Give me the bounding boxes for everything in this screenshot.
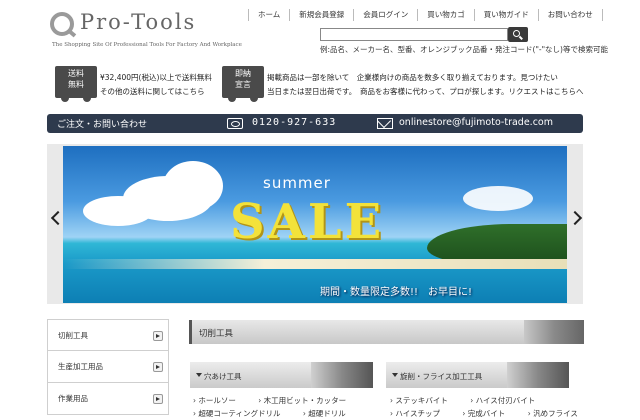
turning-links: › ステッキバイト › ハイス付刃バイト › ハイスチップ › 完成バイト › … <box>390 394 598 420</box>
link-hss-bite[interactable]: › ハイス付刃バイト <box>470 396 545 405</box>
link-milling[interactable]: › 汎めフライス <box>528 409 588 418</box>
sidebar-item-label: 切削工具 <box>58 331 88 340</box>
sidebar-item-label: 作業用品 <box>58 394 88 403</box>
link-complete-bite[interactable]: › 完成バイト <box>462 409 515 418</box>
triangle-down-icon <box>392 373 398 377</box>
subcategory-turning-milling[interactable]: 旋削・フライス加工工具 <box>386 362 569 388</box>
sidebar-item-cutting-tools[interactable]: 切削工具 <box>47 319 169 351</box>
link-label: 汎めフライス <box>533 409 578 418</box>
shipping-line-2[interactable]: その他の送料に関してはこちら <box>100 85 212 99</box>
logo-tagline: The Shopping Site Of Professional Tools … <box>52 42 242 48</box>
chevron-right-icon <box>153 331 163 341</box>
subcategory-drilling[interactable]: 穴あけ工具 <box>190 362 373 388</box>
link-label: ステッキバイト <box>395 396 448 405</box>
link-hss-chip[interactable]: › ハイスチップ <box>390 409 450 418</box>
sidebar-item-work-supplies[interactable]: 作業用品 <box>47 383 169 415</box>
contact-email[interactable]: onlinestore@fujimoto-trade.com <box>399 117 553 128</box>
link-label: 超硬コーティングドリル <box>198 409 281 418</box>
banner-promo-text: 期間・数量限定多数!! お早目に! <box>320 287 473 298</box>
link-label: ハイスチップ <box>395 409 441 418</box>
triangle-down-icon <box>196 373 202 377</box>
top-navigation: ホーム 新規会員登録 会員ログイン 買い物カゴ 買い物ガイド お問い合わせ <box>248 9 603 21</box>
link-label: 超硬ドリル <box>308 409 346 418</box>
mail-icon <box>377 118 393 129</box>
badge-text-4: 宣言 <box>235 80 251 89</box>
badge-text-2: 無料 <box>68 80 84 89</box>
contact-phone[interactable]: 0120-927-633 <box>252 117 336 128</box>
link-stick-bite[interactable]: › ステッキバイト <box>390 396 458 405</box>
free-shipping-truck-icon: 送料 無料 <box>55 66 97 102</box>
drilling-links: › ホールソー › 木工用ビット・カッター › 超硬コーティングドリル › 超硬… <box>193 394 366 420</box>
subcategory-title: 穴あけ工具 <box>204 372 242 381</box>
nav-login[interactable]: 会員ログイン <box>353 9 417 21</box>
chevron-right-icon <box>153 394 163 404</box>
category-image <box>524 320 584 344</box>
summer-sale-banner[interactable]: summer SALE 期間・数量限定多数!! お早目に! <box>63 146 567 303</box>
link-wood-bit[interactable]: › 木工用ビット・カッター <box>258 396 356 405</box>
link-coated-drill[interactable]: › 超硬コーティングドリル <box>193 409 290 418</box>
nav-contact[interactable]: お問い合わせ <box>537 9 603 21</box>
badge-text-3: 即納 <box>235 69 251 78</box>
same-day-info[interactable]: 掲載商品は一部を除いて 企業様向けの商品を数多く取り揃えております。見つけたい … <box>267 71 584 99</box>
banner-sale-text: SALE <box>230 194 385 250</box>
nav-guide[interactable]: 買い物ガイド <box>473 9 538 21</box>
same-day-line-2: 当日または翌日出荷です。 商品をお客様に代わって、プロが探します。リクエストはこ… <box>267 87 584 96</box>
cloud-shape <box>163 161 223 211</box>
search-icon <box>513 30 520 37</box>
logo-text: Pro-Tools <box>80 10 197 34</box>
beach-shape <box>63 259 567 269</box>
phone-icon <box>227 118 243 129</box>
search-button[interactable] <box>508 27 528 42</box>
link-label: 木工用ビット・カッター <box>263 396 347 405</box>
same-day-line-1: 掲載商品は一部を除いて 企業様向けの商品を数多く取り揃えております。見つけたい <box>267 73 558 82</box>
nav-home[interactable]: ホーム <box>248 9 289 21</box>
link-label: ホールソー <box>198 396 236 405</box>
sidebar-item-production[interactable]: 生産加工用品 <box>47 351 169 383</box>
nav-register[interactable]: 新規会員登録 <box>289 9 353 21</box>
magnifier-logo-icon <box>50 12 74 36</box>
link-label: 完成バイト <box>467 409 506 418</box>
subcategory-image <box>507 362 569 388</box>
nav-cart[interactable]: 買い物カゴ <box>417 9 474 21</box>
same-day-truck-icon: 即納 宣言 <box>222 66 264 102</box>
shipping-line-1: ¥32,400円(税込)以上で送料無料 <box>100 73 212 82</box>
cloud-shape <box>463 186 533 211</box>
subcategory-title: 旋削・フライス加工工具 <box>400 372 483 381</box>
search-input[interactable] <box>320 28 508 41</box>
category-header: 切削工具 <box>189 320 584 344</box>
contact-label: ご注文・お問い合わせ <box>57 120 148 130</box>
cloud-shape <box>83 196 153 226</box>
chevron-right-icon <box>153 362 163 372</box>
search-hint: 例:品名、メーカー名、型番、オレンジブック品番・発注コード("-"なし)等で検索… <box>320 45 608 54</box>
sidebar-item-label: 生産加工用品 <box>58 362 103 371</box>
link-hole-saw[interactable]: › ホールソー <box>193 396 246 405</box>
subcategory-image <box>311 362 373 388</box>
banner-summer-text: summer <box>263 174 331 192</box>
badge-text-1: 送料 <box>68 69 84 78</box>
shipping-info[interactable]: ¥32,400円(税込)以上で送料無料 その他の送料に関してはこちら <box>100 71 212 99</box>
link-label: ハイス付刃バイト <box>475 396 536 405</box>
link-carbide-drill[interactable]: › 超硬ドリル <box>303 409 356 418</box>
contact-bar: ご注文・お問い合わせ 0120-927-633 onlinestore@fuji… <box>47 114 583 133</box>
island-shape <box>427 224 567 264</box>
site-logo[interactable]: Pro-Tools The Shopping Site Of Professio… <box>50 10 250 52</box>
category-sidebar: 切削工具 生産加工用品 作業用品 <box>47 319 169 415</box>
category-title: 切削工具 <box>199 329 234 339</box>
